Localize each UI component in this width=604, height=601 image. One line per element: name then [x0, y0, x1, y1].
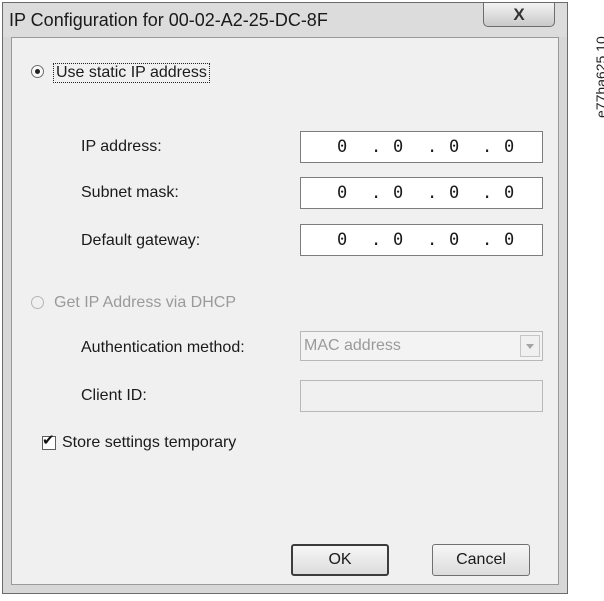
- ip-octet-4[interactable]: 0: [504, 137, 514, 157]
- subnet-octet-2[interactable]: 0: [393, 183, 403, 203]
- ip-address-input[interactable]: 0 . 0 . 0 . 0: [300, 131, 543, 163]
- cancel-button[interactable]: Cancel: [432, 544, 530, 576]
- client-id-label: Client ID:: [81, 387, 147, 404]
- title-bar[interactable]: IP Configuration for 00-02-A2-25-DC-8F X: [3, 3, 567, 37]
- radio-selected-dot: [35, 69, 40, 74]
- subnet-octet-3[interactable]: 0: [449, 183, 459, 203]
- checkmark-icon: ✔: [42, 432, 55, 449]
- authentication-method-select[interactable]: MAC address: [300, 331, 543, 361]
- dialog-title: IP Configuration for 00-02-A2-25-DC-8F: [9, 10, 328, 30]
- gateway-octet-4[interactable]: 0: [504, 230, 514, 250]
- ip-address-label: IP address:: [81, 138, 162, 155]
- gateway-octet-3[interactable]: 0: [449, 230, 459, 250]
- authentication-method-value: MAC address: [304, 337, 401, 354]
- figure-code: e77ha625.10: [575, 0, 604, 118]
- authentication-method-label: Authentication method:: [81, 339, 245, 356]
- subnet-octet-4[interactable]: 0: [504, 183, 514, 203]
- close-button[interactable]: X: [483, 3, 555, 27]
- client-id-input[interactable]: [300, 380, 543, 412]
- subnet-octet-1[interactable]: 0: [337, 183, 347, 203]
- default-gateway-label: Default gateway:: [81, 232, 201, 249]
- ip-octet-1[interactable]: 0: [337, 137, 347, 157]
- store-settings-label[interactable]: Store settings temporary: [62, 434, 236, 452]
- ip-octet-3[interactable]: 0: [449, 137, 459, 157]
- static-ip-label[interactable]: Use static IP address: [56, 64, 207, 81]
- ip-octet-2[interactable]: 0: [393, 137, 403, 157]
- dhcp-label[interactable]: Get IP Address via DHCP: [54, 294, 236, 312]
- subnet-mask-input[interactable]: 0 . 0 . 0 . 0: [300, 177, 543, 209]
- dhcp-radio[interactable]: [31, 296, 44, 309]
- dialog-body: Use static IP address IP address: 0 . 0 …: [11, 37, 559, 585]
- dropdown-arrow-icon[interactable]: [520, 335, 540, 357]
- ok-button[interactable]: OK: [291, 544, 389, 576]
- gateway-octet-2[interactable]: 0: [393, 230, 403, 250]
- subnet-mask-label: Subnet mask:: [81, 184, 179, 201]
- close-icon: X: [513, 5, 525, 24]
- static-ip-radio[interactable]: [31, 65, 44, 78]
- figure-code-text: e77ha625.10: [593, 36, 604, 118]
- ip-configuration-dialog: IP Configuration for 00-02-A2-25-DC-8F X…: [2, 2, 568, 594]
- gateway-octet-1[interactable]: 0: [337, 230, 347, 250]
- default-gateway-input[interactable]: 0 . 0 . 0 . 0: [300, 224, 543, 256]
- store-settings-checkbox[interactable]: ✔: [42, 432, 56, 450]
- static-ip-label-focus: Use static IP address: [53, 63, 210, 83]
